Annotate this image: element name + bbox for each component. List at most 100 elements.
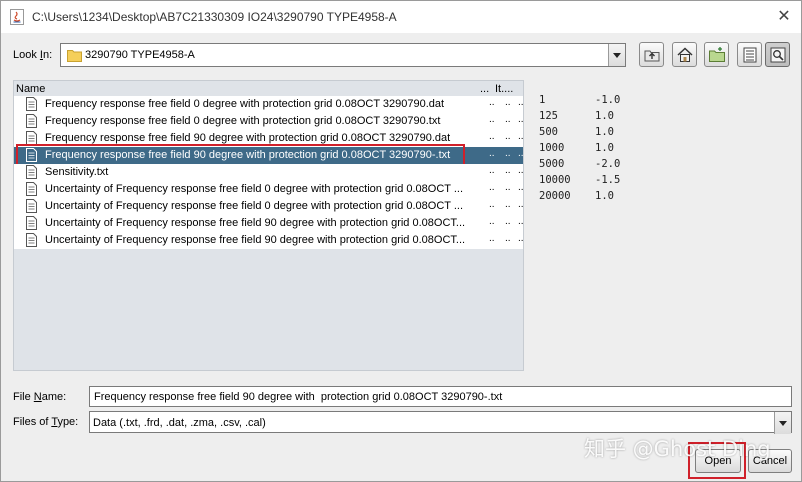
preview-frequency: 20000 [539,190,571,202]
list-view-icon [743,47,757,63]
file-type: .. [505,97,511,108]
file-type: .. [505,233,511,244]
home-button[interactable] [672,42,697,67]
file-row[interactable]: Frequency response free field 0 degree w… [14,96,524,113]
chevron-down-icon[interactable] [608,44,625,66]
preview-frequency: 10000 [539,174,571,186]
details-view-button[interactable] [765,42,790,67]
file-row[interactable]: Uncertainty of Frequency response free f… [14,198,524,215]
file-icon [26,165,37,179]
file-icon [26,131,37,145]
watermark: 知乎 @Ghost Ding [584,437,771,461]
file-name-input[interactable] [89,386,792,407]
file-name: Uncertainty of Frequency response free f… [45,183,464,195]
file-type: .. [505,148,511,159]
file-date: .. [518,97,524,108]
file-name: Uncertainty of Frequency response free f… [45,234,466,246]
file-date: .. [518,148,524,159]
file-rows: Frequency response free field 0 degree w… [14,96,524,249]
window-title: C:\Users\1234\Desktop\AB7C21330309 IO24\… [32,10,397,24]
file-row[interactable]: Uncertainty of Frequency response free f… [14,232,524,249]
file-type: .. [505,165,511,176]
title-bar: C:\Users\1234\Desktop\AB7C21330309 IO24\… [1,1,801,33]
file-list[interactable]: Name ... It.... Frequency response free … [13,80,524,371]
file-type-value: Data (.txt, .frd, .dat, .zma, .csv, .cal… [93,417,266,429]
file-list-header: Name ... It.... [14,81,523,95]
file-size: .. [489,199,495,210]
preview-frequency: 1 [539,94,546,106]
file-type: .. [505,131,511,142]
list-view-button[interactable] [737,42,762,67]
file-preview: 1 -1.0 125 1.0 500 1.0 1000 1.0 5000 -2.0 10000 -1.… [539,94,659,206]
chevron-down-icon[interactable] [774,412,791,434]
look-in-value: 3290790 TYPE4958-A [85,49,195,61]
cancel-button[interactable]: Cancel [748,449,792,473]
open-button[interactable]: Open [695,449,741,473]
look-in-label: Look In: [13,49,53,61]
file-size: .. [489,131,495,142]
preview-frequency: 5000 [539,158,565,170]
file-date: .. [518,216,524,227]
file-row[interactable]: Sensitivity.txt...... [14,164,524,181]
file-name: Frequency response free field 0 degree w… [45,98,445,110]
file-size: .. [489,165,495,176]
file-date: .. [518,131,524,142]
file-name: Sensitivity.txt [45,166,109,178]
details-view-icon [770,47,786,63]
file-row[interactable]: Uncertainty of Frequency response free f… [14,181,524,198]
file-name: Frequency response free field 90 degree … [45,149,451,161]
column-header-type[interactable]: It.... [495,83,513,95]
file-size: .. [489,182,495,193]
file-row[interactable]: Frequency response free field 90 degree … [14,144,524,166]
folder-icon [67,50,82,62]
preview-value: 1.0 [595,126,614,138]
file-name-label: File Name: [13,391,67,403]
file-size: .. [489,114,495,125]
file-date: .. [518,199,524,210]
file-icon [26,114,37,128]
file-row[interactable]: Frequency response free field 90 degree … [14,130,524,147]
file-date: .. [518,182,524,193]
file-icon [26,216,37,230]
file-chooser-dialog: C:\Users\1234\Desktop\AB7C21330309 IO24\… [0,0,802,482]
preview-value: -2.0 [595,158,621,170]
file-name: Uncertainty of Frequency response free f… [45,200,464,212]
preview-value: -1.5 [595,174,621,186]
preview-value: 1.0 [595,190,614,202]
file-icon [26,199,37,213]
file-size: .. [489,216,495,227]
preview-frequency: 1000 [539,142,565,154]
look-in-combo[interactable]: 3290790 TYPE4958-A [60,43,626,67]
file-size: .. [489,233,495,244]
up-one-level-icon [644,50,660,62]
file-size: .. [489,148,495,159]
preview-frequency: 125 [539,110,558,122]
file-date: .. [518,165,524,176]
file-type: .. [505,182,511,193]
preview-value: 1.0 [595,110,614,122]
close-button[interactable]: ✕ [769,5,799,29]
file-date: .. [518,233,524,244]
preview-line: 1000 1.0 [539,142,659,158]
file-row[interactable]: Uncertainty of Frequency response free f… [14,215,524,232]
preview-line: 10000 -1.5 [539,174,659,190]
file-icon [26,233,37,247]
column-header-name[interactable]: Name [16,83,45,95]
file-date: .. [518,114,524,125]
file-icon [26,182,37,196]
preview-line: 1 -1.0 [539,94,659,110]
new-folder-button[interactable] [704,42,729,67]
file-type: .. [505,199,511,210]
file-type: .. [505,114,511,125]
file-type-combo[interactable]: Data (.txt, .frd, .dat, .zma, .csv, .cal… [89,411,792,434]
column-header-size[interactable]: ... [480,83,489,95]
file-type-label: Files of Type: [13,416,79,428]
home-icon [677,47,693,62]
preview-line: 5000 -2.0 [539,158,659,174]
file-icon [26,97,37,111]
preview-frequency: 500 [539,126,558,138]
up-one-level-button[interactable] [639,42,664,67]
file-icon [26,148,37,162]
file-row[interactable]: Frequency response free field 0 degree w… [14,113,524,130]
java-icon [10,9,24,25]
